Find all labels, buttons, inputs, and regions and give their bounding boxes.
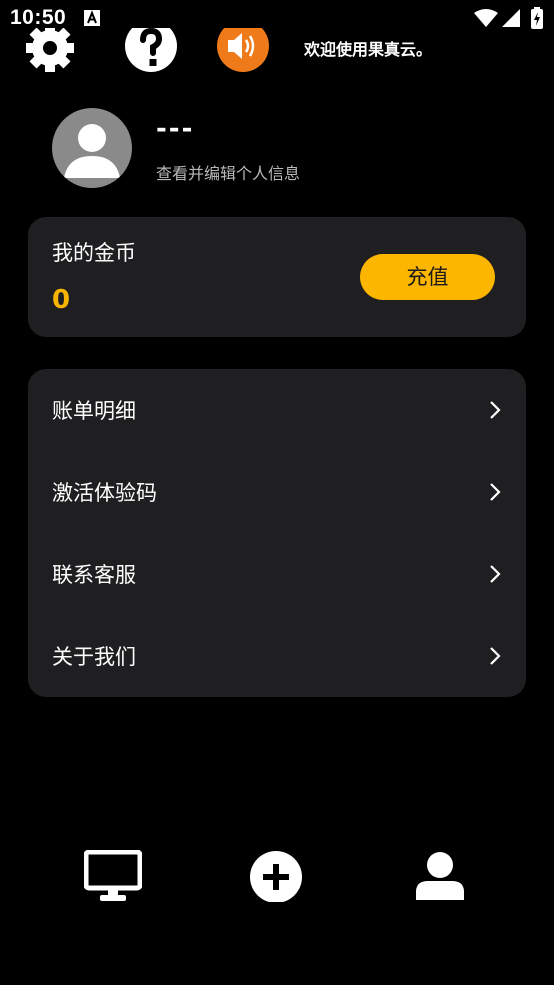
welcome-text: 欢迎使用果真云。 [304, 40, 433, 59]
help-icon[interactable] [124, 20, 178, 78]
menu-item-label: 联系客服 [52, 563, 136, 587]
add-icon[interactable] [250, 850, 302, 906]
profile-edit-link[interactable]: 查看并编辑个人信息 [156, 160, 300, 184]
status-time: 10:50 [10, 6, 67, 29]
coins-value: 0 [52, 285, 71, 315]
header-toolbar: 欢迎使用果真云。 [0, 20, 554, 78]
profile-name: --- [156, 114, 195, 144]
coins-card: 我的金币 0 充值 [28, 217, 526, 337]
chevron-right-icon [490, 647, 501, 665]
profile-section[interactable]: --- 查看并编辑个人信息 [0, 100, 554, 200]
chevron-right-icon [490, 401, 501, 419]
menu-list: 账单明细 激活体验码 联系客服 关于我们 [28, 369, 526, 697]
menu-item-label: 账单明细 [52, 399, 136, 423]
chevron-right-icon [490, 483, 501, 501]
menu-item-about-us[interactable]: 关于我们 [28, 615, 526, 697]
monitor-icon[interactable] [83, 849, 143, 908]
user-icon[interactable] [415, 850, 465, 906]
menu-item-label: 关于我们 [52, 645, 136, 669]
menu-item-activate-code[interactable]: 激活体验码 [28, 451, 526, 533]
notification-icon [84, 10, 100, 26]
chevron-right-icon [490, 565, 501, 583]
recharge-button[interactable]: 充值 [360, 254, 495, 300]
coins-title: 我的金币 [52, 241, 136, 265]
menu-item-bill-details[interactable]: 账单明细 [28, 369, 526, 451]
user-avatar-icon [64, 124, 120, 178]
bottom-nav [0, 840, 554, 920]
avatar[interactable] [52, 108, 132, 188]
speaker-icon[interactable] [216, 20, 270, 78]
menu-item-contact-support[interactable]: 联系客服 [28, 533, 526, 615]
menu-item-label: 激活体验码 [52, 481, 157, 505]
gear-icon[interactable] [24, 24, 76, 78]
